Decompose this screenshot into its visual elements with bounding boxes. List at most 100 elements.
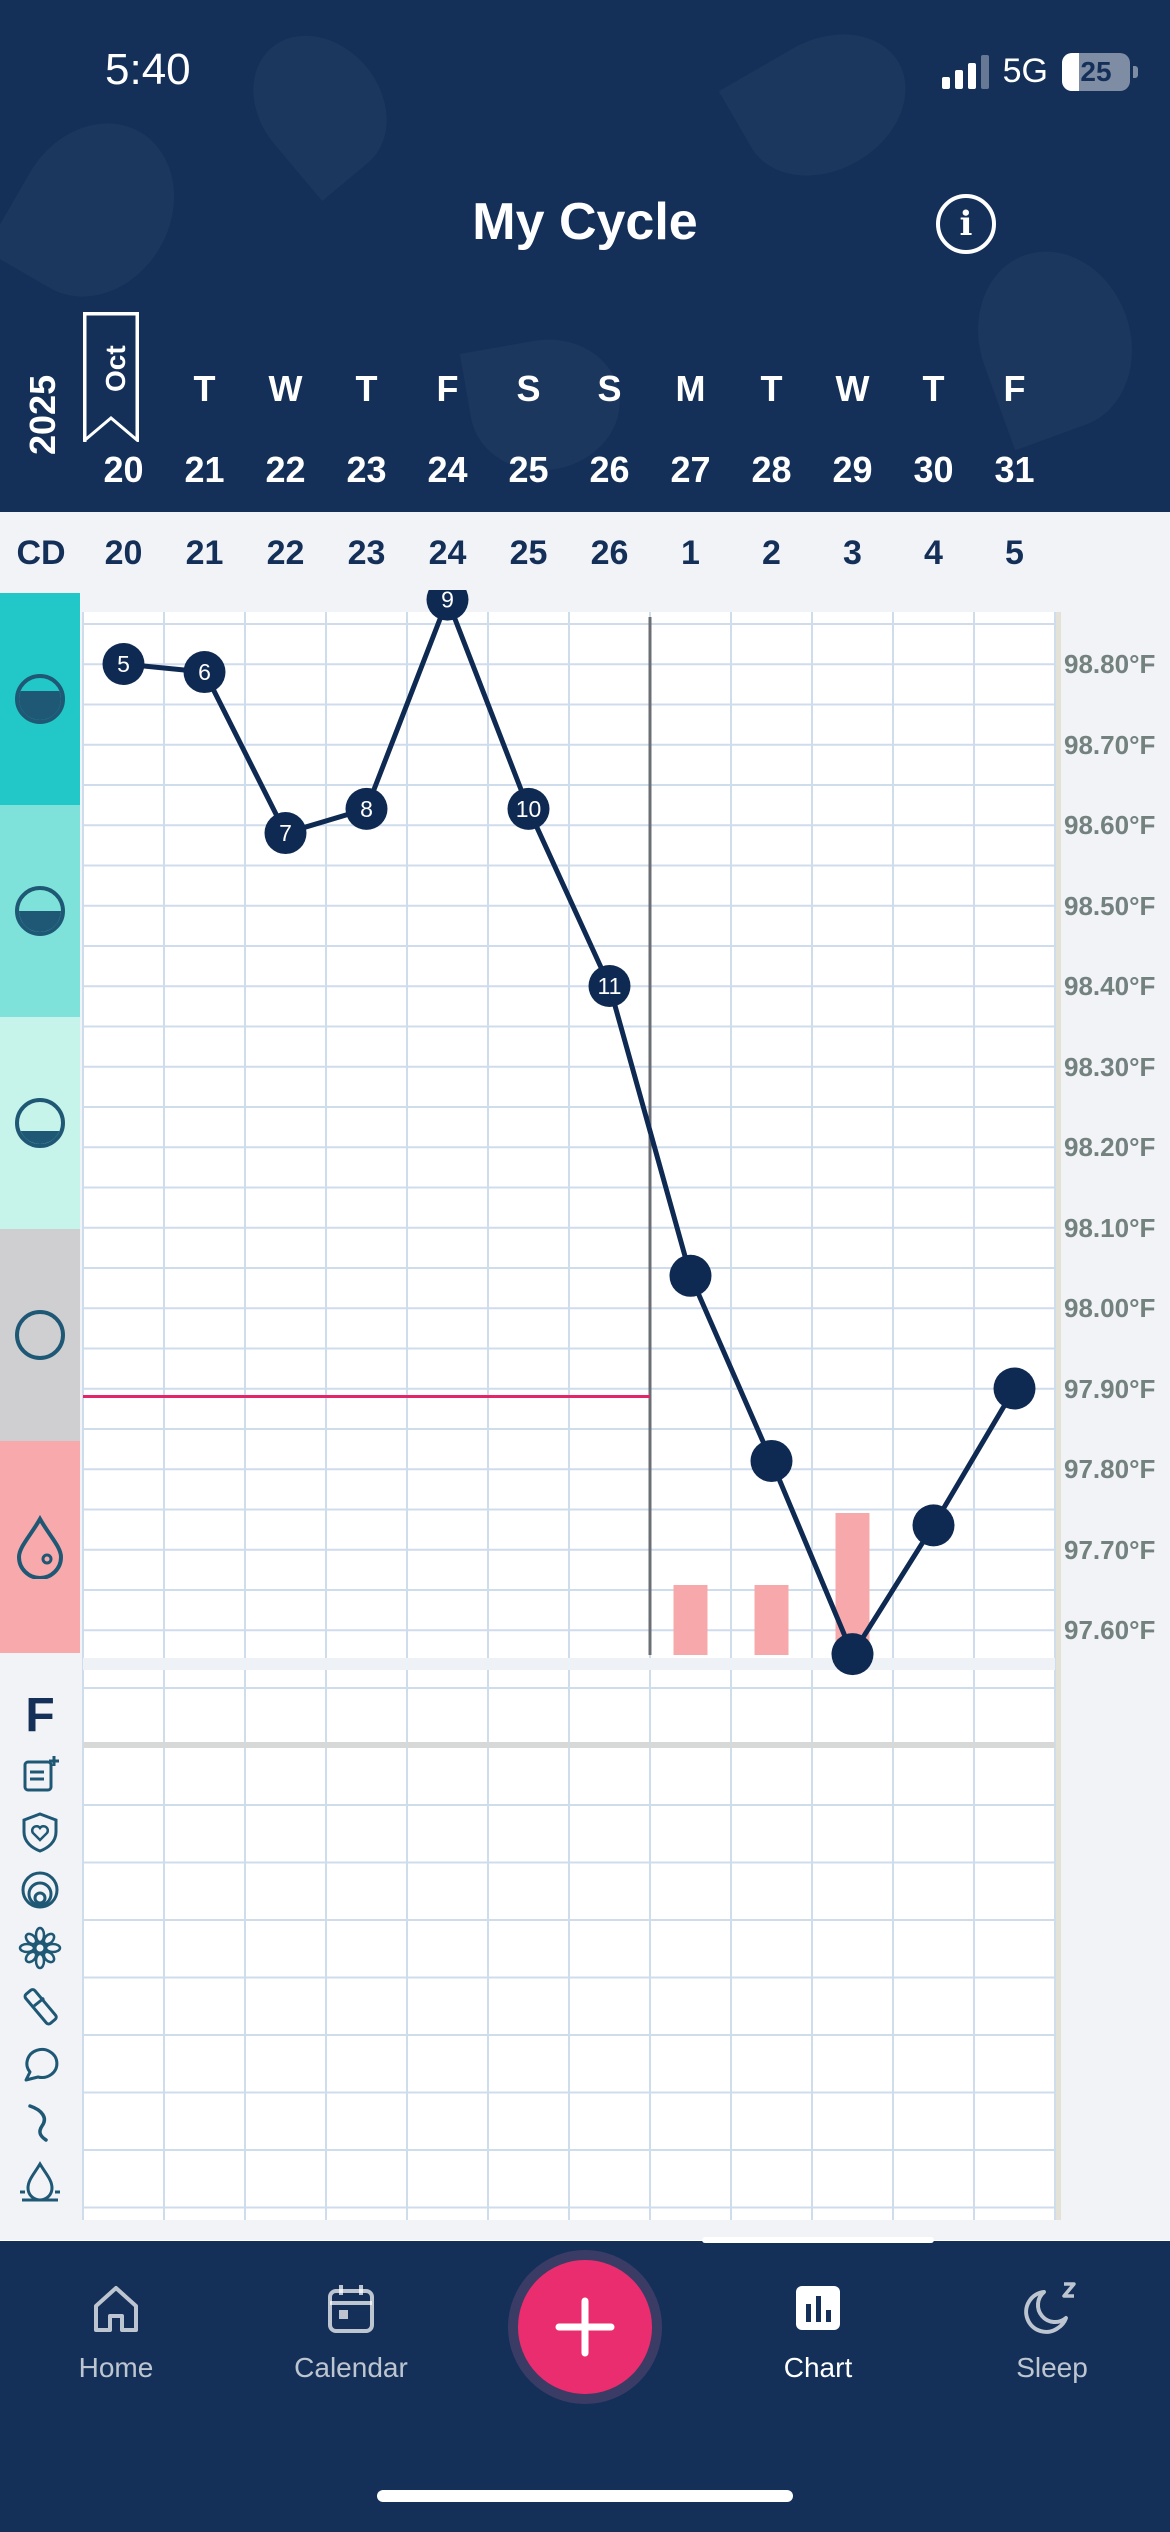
bleeding-bar bbox=[673, 1585, 708, 1655]
temperature-point bbox=[993, 1367, 1036, 1410]
nav-sleep[interactable]: Sleep bbox=[972, 2278, 1132, 2384]
date-label[interactable]: 30 bbox=[893, 449, 974, 491]
point-label: 6 bbox=[198, 659, 211, 685]
temperature-tick-label: 98.60°F bbox=[1064, 810, 1156, 840]
fertility-row-label: F bbox=[25, 1689, 55, 1742]
cycle-day-label: 24 bbox=[428, 534, 467, 572]
nav-sleep-label: Sleep bbox=[1016, 2352, 1088, 2383]
weekday-label: T bbox=[760, 368, 783, 409]
status-icons: 5G 25 bbox=[941, 52, 1138, 91]
nav-calendar-label: Calendar bbox=[294, 2352, 408, 2383]
cycle-day-label: 21 bbox=[185, 534, 224, 572]
temperature-tick-label: 98.40°F bbox=[1064, 971, 1156, 1001]
cd-label: CD bbox=[16, 534, 66, 572]
temperature-tick-label: 98.70°F bbox=[1064, 729, 1156, 760]
temperature-chart[interactable]: 5 6 7 8 9 10 11 bbox=[0, 590, 1170, 2240]
network-type: 5G bbox=[1002, 52, 1048, 90]
weekday-label: T bbox=[193, 368, 216, 409]
spiral-icon[interactable] bbox=[18, 1868, 62, 1912]
temperature-tick-label: 97.90°F bbox=[1064, 1373, 1156, 1404]
cycle-day-label: 22 bbox=[266, 534, 305, 572]
temperature-tick-label: 98.00°F bbox=[1064, 1293, 1156, 1323]
temperature-point bbox=[831, 1633, 874, 1676]
temperature-tick-label: 97.60°F bbox=[1064, 1615, 1156, 1645]
date-label[interactable]: 28 bbox=[731, 449, 812, 491]
note-add-icon[interactable] bbox=[18, 1752, 62, 1796]
cycle-day-label: 1 bbox=[681, 534, 700, 572]
weekday-label: F bbox=[436, 368, 459, 409]
temperature-tick-label: 98.30°F bbox=[1064, 1051, 1156, 1082]
weekday-label: T bbox=[355, 368, 378, 409]
cycle-day-label: 3 bbox=[843, 534, 862, 572]
nav-chart-label: Chart bbox=[783, 2352, 853, 2383]
shield-heart-icon[interactable] bbox=[18, 1810, 62, 1854]
point-label: 5 bbox=[117, 651, 130, 677]
year-label: 2025 bbox=[22, 374, 63, 455]
temperature-tick-label: 98.10°F bbox=[1064, 1212, 1156, 1243]
section-divider bbox=[83, 1742, 1055, 1748]
signal-icon bbox=[941, 54, 989, 89]
battery-icon: 25 bbox=[1062, 52, 1138, 91]
point-label: 8 bbox=[360, 796, 373, 822]
info-button[interactable]: i bbox=[936, 194, 996, 254]
home-icon bbox=[94, 2286, 138, 2332]
home-indicator bbox=[377, 2490, 793, 2502]
cycle-day-label: 2 bbox=[762, 534, 781, 572]
date-label[interactable]: 20 bbox=[83, 449, 164, 491]
temperature-point bbox=[912, 1504, 955, 1547]
test-strip-icon[interactable] bbox=[18, 1984, 62, 2028]
cervix-icon[interactable] bbox=[18, 2100, 62, 2144]
date-label[interactable]: 22 bbox=[245, 449, 326, 491]
weekday-label: M bbox=[675, 368, 706, 409]
nav-chart[interactable]: Chart bbox=[738, 2278, 898, 2384]
nav-home[interactable]: Home bbox=[36, 2278, 196, 2384]
weekday-label: S bbox=[597, 368, 622, 409]
info-icon: i bbox=[959, 204, 973, 244]
temperature-tick-label: 98.50°F bbox=[1064, 890, 1156, 921]
date-label[interactable]: 25 bbox=[488, 449, 569, 491]
point-label: 10 bbox=[516, 796, 542, 822]
temperature-tick-label: 97.70°F bbox=[1064, 1534, 1156, 1565]
temperature-tick-label: 98.20°F bbox=[1064, 1132, 1156, 1162]
fluid-icon[interactable] bbox=[18, 2158, 62, 2202]
point-label: 7 bbox=[279, 820, 292, 846]
moon-icon bbox=[1024, 2282, 1076, 2334]
date-label[interactable]: 23 bbox=[326, 449, 407, 491]
battery-level: 25 bbox=[1080, 55, 1112, 87]
temperature-point bbox=[750, 1439, 793, 1482]
calendar-icon bbox=[328, 2285, 374, 2333]
cycle-day-label: 23 bbox=[347, 534, 386, 572]
plus-icon bbox=[555, 2297, 615, 2357]
add-entry-button[interactable] bbox=[508, 2250, 662, 2404]
bleeding-bar bbox=[754, 1585, 789, 1655]
cycle-day-label: 26 bbox=[590, 534, 629, 572]
speech-bubble-icon[interactable] bbox=[18, 2042, 62, 2086]
month-label: Oct bbox=[100, 345, 131, 392]
status-time: 5:40 bbox=[105, 45, 191, 94]
cycle-day-label: 5 bbox=[1005, 534, 1024, 572]
section-divider bbox=[83, 1658, 1055, 1670]
scroll-indicator bbox=[702, 2237, 934, 2243]
point-label: 9 bbox=[441, 590, 454, 613]
date-label[interactable]: 21 bbox=[164, 449, 245, 491]
nav-calendar[interactable]: Calendar bbox=[271, 2278, 431, 2384]
cycle-day-label: 4 bbox=[924, 534, 943, 572]
chart-icon bbox=[796, 2286, 840, 2330]
flower-icon[interactable] bbox=[18, 1926, 62, 1970]
weekday-label: T bbox=[922, 368, 945, 409]
cycle-day-label: 20 bbox=[104, 534, 143, 572]
temperature-tick-label: 97.80°F bbox=[1064, 1454, 1156, 1484]
date-label[interactable]: 24 bbox=[407, 449, 488, 491]
date-label[interactable]: 29 bbox=[812, 449, 893, 491]
cycle-day-label: 25 bbox=[509, 534, 548, 572]
nav-home-label: Home bbox=[78, 2352, 154, 2383]
weekday-label: F bbox=[1003, 368, 1026, 409]
temperature-point bbox=[669, 1254, 712, 1297]
weekday-label: S bbox=[516, 368, 541, 409]
date-label[interactable]: 31 bbox=[974, 449, 1055, 491]
weekday-label: W bbox=[268, 368, 303, 409]
date-label[interactable]: 26 bbox=[569, 449, 650, 491]
weekday-label: W bbox=[835, 368, 870, 409]
temperature-tick-label: 98.80°F bbox=[1064, 649, 1156, 679]
date-label[interactable]: 27 bbox=[650, 449, 731, 491]
